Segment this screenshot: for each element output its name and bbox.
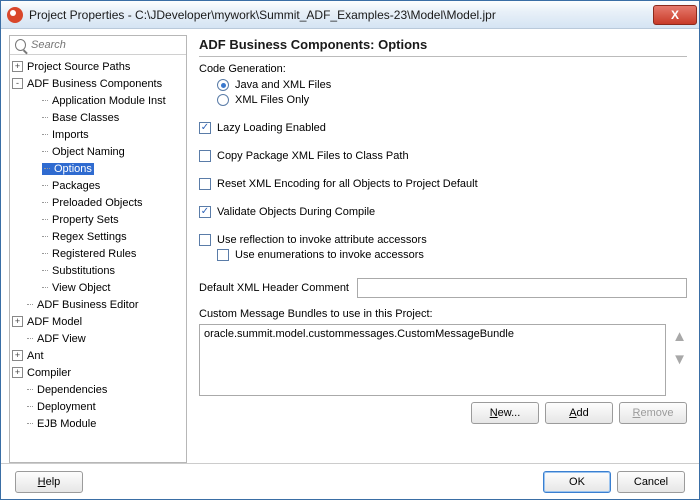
tree-node-dependencies[interactable]: Dependencies xyxy=(12,381,184,398)
tree-node-adf-business-editor[interactable]: ADF Business Editor xyxy=(12,296,184,313)
bundles-list[interactable]: oracle.summit.model.custommessages.Custo… xyxy=(199,324,666,396)
dialog-footer: Help OK Cancel xyxy=(1,463,699,499)
tree-label: Project Source Paths xyxy=(27,61,130,73)
tree-label: Ant xyxy=(27,350,44,362)
tree-label: Compiler xyxy=(27,367,71,379)
tree-label: Packages xyxy=(42,180,100,192)
checkbox-icon xyxy=(217,249,229,261)
tree-node-registered-rules[interactable]: Registered Rules xyxy=(12,245,184,262)
tree-label: Base Classes xyxy=(42,112,119,124)
tree-node-application-module-inst[interactable]: Application Module Inst xyxy=(12,92,184,109)
tree-label: EJB Module xyxy=(27,418,96,430)
tree-label: Dependencies xyxy=(27,384,107,396)
close-button[interactable]: X xyxy=(653,5,697,25)
window-title: Project Properties - C:\JDeveloper\mywor… xyxy=(29,8,653,22)
tree-node-adf-model[interactable]: + ADF Model xyxy=(12,313,184,330)
tree-node-packages[interactable]: Packages xyxy=(12,177,184,194)
tree-node-regex-settings[interactable]: Regex Settings xyxy=(12,228,184,245)
radio-xml-only[interactable]: XML Files Only xyxy=(217,94,687,106)
tree-node-property-sets[interactable]: Property Sets xyxy=(12,211,184,228)
search-input[interactable] xyxy=(31,39,181,51)
move-up-icon[interactable]: ▲ xyxy=(672,328,687,345)
tree-node-view-object[interactable]: View Object xyxy=(12,279,184,296)
checkbox-icon xyxy=(199,122,211,134)
new-button[interactable]: New... xyxy=(471,402,539,424)
checkbox-icon xyxy=(199,150,211,162)
bundles-label: Custom Message Bundles to use in this Pr… xyxy=(199,308,687,320)
tree-node-base-classes[interactable]: Base Classes xyxy=(12,109,184,126)
tree-node-substitutions[interactable]: Substitutions xyxy=(12,262,184,279)
list-item[interactable]: oracle.summit.model.custommessages.Custo… xyxy=(204,328,661,340)
tree-node-adf-view[interactable]: ADF View xyxy=(12,330,184,347)
radio-java-xml[interactable]: Java and XML Files xyxy=(217,79,687,91)
chk-reset-encoding[interactable]: Reset XML Encoding for all Objects to Pr… xyxy=(199,178,687,190)
tree-node-deployment[interactable]: Deployment xyxy=(12,398,184,415)
tree-label: Application Module Inst xyxy=(42,95,166,107)
chk-validate-compile[interactable]: Validate Objects During Compile xyxy=(199,206,687,218)
tree-label: ADF View xyxy=(27,333,86,345)
radio-icon xyxy=(217,79,229,91)
nav-panel: +Project Source Paths-ADF Business Compo… xyxy=(9,35,187,463)
tree-node-project-source-paths[interactable]: + Project Source Paths xyxy=(12,58,184,75)
chk-enumerations[interactable]: Use enumerations to invoke accessors xyxy=(217,249,687,261)
tree-label: Substitutions xyxy=(42,265,115,277)
add-button[interactable]: Add xyxy=(545,402,613,424)
tree-node-options[interactable]: Options xyxy=(12,160,184,177)
checkbox-icon xyxy=(199,234,211,246)
expand-icon[interactable]: + xyxy=(12,367,23,378)
search-icon xyxy=(15,39,26,51)
tree-label: Registered Rules xyxy=(42,248,136,260)
tree-label: ADF Business Editor xyxy=(27,299,138,311)
expand-icon[interactable]: + xyxy=(12,350,23,361)
codegen-label: Code Generation: xyxy=(199,63,687,75)
app-icon xyxy=(7,7,23,23)
search-box[interactable] xyxy=(10,36,186,55)
collapse-icon[interactable]: - xyxy=(12,78,23,89)
expand-icon[interactable]: + xyxy=(12,61,23,72)
tree-label: Deployment xyxy=(27,401,96,413)
chk-copy-package[interactable]: Copy Package XML Files to Class Path xyxy=(199,150,687,162)
checkbox-icon xyxy=(199,206,211,218)
nav-tree[interactable]: +Project Source Paths-ADF Business Compo… xyxy=(10,55,186,462)
tree-node-adf-business-components[interactable]: -ADF Business Components xyxy=(12,75,184,92)
tree-label: Object Naming xyxy=(42,146,125,158)
tree-label: Property Sets xyxy=(42,214,119,226)
tree-node-object-naming[interactable]: Object Naming xyxy=(12,143,184,160)
default-header-input[interactable] xyxy=(357,278,687,298)
checkbox-icon xyxy=(199,178,211,190)
tree-label: Regex Settings xyxy=(42,231,127,243)
move-down-icon[interactable]: ▼ xyxy=(672,351,687,368)
content-panel: ADF Business Components: Options Code Ge… xyxy=(195,35,691,463)
help-button[interactable]: Help xyxy=(15,471,83,493)
panel-heading: ADF Business Components: Options xyxy=(199,37,687,57)
tree-label: Imports xyxy=(42,129,89,141)
titlebar[interactable]: Project Properties - C:\JDeveloper\mywor… xyxy=(1,1,699,29)
tree-node-preloaded-objects[interactable]: Preloaded Objects xyxy=(12,194,184,211)
chk-reflection[interactable]: Use reflection to invoke attribute acces… xyxy=(199,234,687,246)
tree-label: Preloaded Objects xyxy=(42,197,143,209)
radio-icon xyxy=(217,94,229,106)
project-properties-dialog: Project Properties - C:\JDeveloper\mywor… xyxy=(0,0,700,500)
tree-label: Options xyxy=(42,163,94,175)
default-header-label: Default XML Header Comment xyxy=(199,282,349,294)
chk-lazy-loading[interactable]: Lazy Loading Enabled xyxy=(199,122,687,134)
tree-label: ADF Business Components xyxy=(27,78,162,90)
expand-icon[interactable]: + xyxy=(12,316,23,327)
tree-node-imports[interactable]: Imports xyxy=(12,126,184,143)
ok-button[interactable]: OK xyxy=(543,471,611,493)
tree-label: ADF Model xyxy=(27,316,82,328)
tree-node-ejb-module[interactable]: EJB Module xyxy=(12,415,184,432)
tree-node-compiler[interactable]: + Compiler xyxy=(12,364,184,381)
tree-node-ant[interactable]: + Ant xyxy=(12,347,184,364)
remove-button: Remove xyxy=(619,402,687,424)
cancel-button[interactable]: Cancel xyxy=(617,471,685,493)
tree-label: View Object xyxy=(42,282,111,294)
